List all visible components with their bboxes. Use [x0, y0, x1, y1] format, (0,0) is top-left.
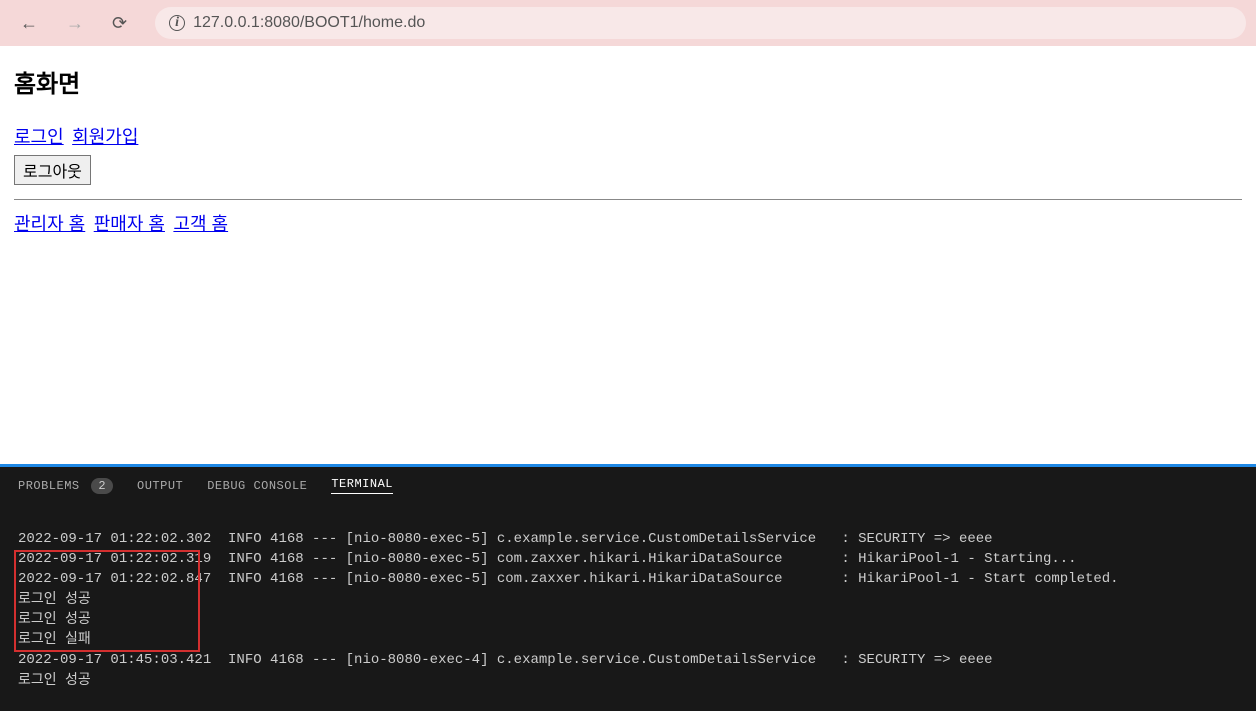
tab-debug-console[interactable]: DEBUG CONSOLE — [207, 479, 307, 493]
terminal-line: 로그인 성공 — [18, 673, 91, 689]
divider — [14, 199, 1242, 200]
seller-home-link[interactable]: 판매자 홈 — [94, 214, 165, 234]
role-links-row: 관리자 홈 판매자 홈 고객 홈 — [14, 210, 1242, 236]
browser-toolbar: ← → ⟳ i 127.0.0.1:8080/BOOT1/home.do — [0, 0, 1256, 46]
tab-output[interactable]: OUTPUT — [137, 479, 183, 493]
arrow-right-icon: → — [66, 13, 84, 33]
terminal-line: 2022-09-17 01:22:02.302 INFO 4168 --- [n… — [18, 531, 993, 547]
terminal-tabs: PROBLEMS 2 OUTPUT DEBUG CONSOLE TERMINAL — [0, 467, 1256, 502]
admin-home-link[interactable]: 관리자 홈 — [14, 214, 85, 234]
back-button[interactable]: ← — [10, 7, 48, 40]
signup-link[interactable]: 회원가입 — [72, 127, 138, 147]
page-body: 홈화면 로그인 회원가입 로그아웃 관리자 홈 판매자 홈 고객 홈 — [0, 46, 1256, 464]
login-link[interactable]: 로그인 — [14, 127, 64, 147]
customer-home-link[interactable]: 고객 홈 — [173, 214, 228, 234]
reload-icon: ⟳ — [112, 13, 127, 33]
page-title: 홈화면 — [14, 64, 1242, 99]
terminal-line: 2022-09-17 01:45:03.421 INFO 4168 --- [n… — [18, 652, 993, 668]
url-text: 127.0.0.1:8080/BOOT1/home.do — [193, 14, 425, 32]
tab-problems-label: PROBLEMS — [18, 479, 80, 493]
auth-links-row: 로그인 회원가입 — [14, 123, 1242, 149]
terminal-body-wrapper: 2022-09-17 01:22:02.302 INFO 4168 --- [n… — [0, 502, 1256, 711]
arrow-left-icon: ← — [20, 13, 38, 33]
reload-button[interactable]: ⟳ — [102, 7, 137, 40]
info-icon[interactable]: i — [169, 15, 185, 31]
problems-badge: 2 — [91, 478, 113, 494]
forward-button[interactable]: → — [56, 7, 94, 40]
tab-problems[interactable]: PROBLEMS 2 — [18, 479, 113, 493]
terminal-panel: PROBLEMS 2 OUTPUT DEBUG CONSOLE TERMINAL… — [0, 464, 1256, 711]
address-bar[interactable]: i 127.0.0.1:8080/BOOT1/home.do — [155, 7, 1246, 39]
logout-button[interactable]: 로그아웃 — [14, 155, 91, 185]
annotation-highlight-box — [14, 550, 200, 652]
tab-terminal[interactable]: TERMINAL — [331, 477, 393, 494]
